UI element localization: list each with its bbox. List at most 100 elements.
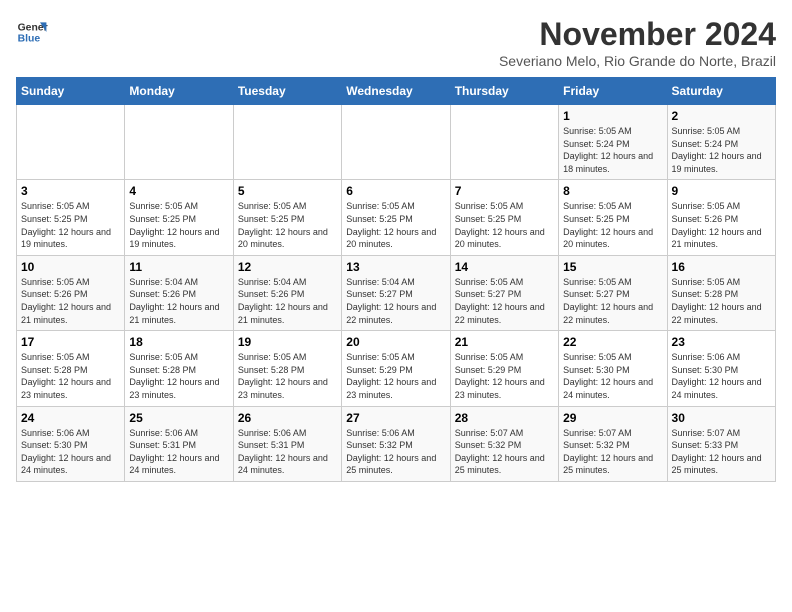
day-number: 10 <box>21 260 120 274</box>
day-info: Sunrise: 5:05 AM Sunset: 5:24 PM Dayligh… <box>672 125 771 175</box>
day-info: Sunrise: 5:05 AM Sunset: 5:25 PM Dayligh… <box>563 200 662 250</box>
calendar-week-row: 10Sunrise: 5:05 AM Sunset: 5:26 PM Dayli… <box>17 255 776 330</box>
svg-text:Blue: Blue <box>18 34 41 45</box>
calendar-cell: 19 Sunrise: 5:05 AM Sunset: 5:28 PM Dayli… <box>233 331 341 406</box>
day-info: Sunrise: 5:05 AM Sunset: 5:29 PM Dayligh… <box>455 351 554 401</box>
calendar-cell: 22 Sunrise: 5:05 AM Sunset: 5:30 PM Dayli… <box>559 331 667 406</box>
calendar-cell: 8 Sunrise: 5:05 AM Sunset: 5:25 PM Daylig… <box>559 180 667 255</box>
day-info: Sunrise: 5:04 AM Sunset: 5:26 PM Dayligh… <box>129 276 228 326</box>
day-number: 20 <box>346 335 445 349</box>
calendar-week-row: 17 Sunrise: 5:05 AM Sunset: 5:28 PM Dayli… <box>17 331 776 406</box>
calendar-cell: 30 Sunrise: 5:07 AM Sunset: 5:33 PM Dayli… <box>667 406 775 481</box>
day-number: 27 <box>346 411 445 425</box>
day-info: Sunrise: 5:05 AM Sunset: 5:30 PM Dayligh… <box>563 351 662 401</box>
logo: General Blue <box>16 16 48 48</box>
day-number: 9 <box>672 184 771 198</box>
calendar-cell <box>450 105 558 180</box>
day-number: 19 <box>238 335 337 349</box>
weekday-header: Sunday <box>17 78 125 105</box>
title-section: November 2024 Severiano Melo, Rio Grande… <box>499 16 776 69</box>
calendar-cell: 16 Sunrise: 5:05 AM Sunset: 5:28 PM Dayli… <box>667 255 775 330</box>
logo-icon: General Blue <box>16 16 48 48</box>
page-header: General Blue November 2024 Severiano Mel… <box>16 16 776 69</box>
day-info: Sunrise: 5:05 AM Sunset: 5:28 PM Dayligh… <box>672 276 771 326</box>
weekday-header: Saturday <box>667 78 775 105</box>
calendar-cell: 6 Sunrise: 5:05 AM Sunset: 5:25 PM Daylig… <box>342 180 450 255</box>
calendar-week-row: 1Sunrise: 5:05 AM Sunset: 5:24 PM Daylig… <box>17 105 776 180</box>
day-number: 2 <box>672 109 771 123</box>
calendar-cell <box>342 105 450 180</box>
day-info: Sunrise: 5:05 AM Sunset: 5:27 PM Dayligh… <box>563 276 662 326</box>
calendar-cell: 14Sunrise: 5:05 AM Sunset: 5:27 PM Dayli… <box>450 255 558 330</box>
calendar-cell <box>233 105 341 180</box>
day-info: Sunrise: 5:05 AM Sunset: 5:29 PM Dayligh… <box>346 351 445 401</box>
day-number: 13 <box>346 260 445 274</box>
location-subtitle: Severiano Melo, Rio Grande do Norte, Bra… <box>499 53 776 69</box>
weekday-header-row: SundayMondayTuesdayWednesdayThursdayFrid… <box>17 78 776 105</box>
calendar-cell: 17 Sunrise: 5:05 AM Sunset: 5:28 PM Dayli… <box>17 331 125 406</box>
day-number: 3 <box>21 184 120 198</box>
calendar-cell: 15Sunrise: 5:05 AM Sunset: 5:27 PM Dayli… <box>559 255 667 330</box>
calendar-cell <box>125 105 233 180</box>
day-info: Sunrise: 5:05 AM Sunset: 5:25 PM Dayligh… <box>346 200 445 250</box>
calendar-week-row: 3 Sunrise: 5:05 AM Sunset: 5:25 PM Daylig… <box>17 180 776 255</box>
day-number: 17 <box>21 335 120 349</box>
day-number: 26 <box>238 411 337 425</box>
day-info: Sunrise: 5:07 AM Sunset: 5:32 PM Dayligh… <box>455 427 554 477</box>
calendar-cell: 21 Sunrise: 5:05 AM Sunset: 5:29 PM Dayli… <box>450 331 558 406</box>
calendar-cell: 1Sunrise: 5:05 AM Sunset: 5:24 PM Daylig… <box>559 105 667 180</box>
day-info: Sunrise: 5:06 AM Sunset: 5:30 PM Dayligh… <box>21 427 120 477</box>
day-info: Sunrise: 5:05 AM Sunset: 5:27 PM Dayligh… <box>455 276 554 326</box>
calendar-cell: 23 Sunrise: 5:06 AM Sunset: 5:30 PM Dayli… <box>667 331 775 406</box>
day-number: 8 <box>563 184 662 198</box>
day-number: 30 <box>672 411 771 425</box>
calendar-cell: 3 Sunrise: 5:05 AM Sunset: 5:25 PM Daylig… <box>17 180 125 255</box>
day-number: 18 <box>129 335 228 349</box>
day-number: 21 <box>455 335 554 349</box>
calendar-cell <box>17 105 125 180</box>
calendar-cell: 25Sunrise: 5:06 AM Sunset: 5:31 PM Dayli… <box>125 406 233 481</box>
calendar-cell: 7 Sunrise: 5:05 AM Sunset: 5:25 PM Daylig… <box>450 180 558 255</box>
weekday-header: Wednesday <box>342 78 450 105</box>
day-info: Sunrise: 5:05 AM Sunset: 5:25 PM Dayligh… <box>455 200 554 250</box>
day-number: 6 <box>346 184 445 198</box>
day-number: 23 <box>672 335 771 349</box>
day-info: Sunrise: 5:05 AM Sunset: 5:28 PM Dayligh… <box>238 351 337 401</box>
weekday-header: Tuesday <box>233 78 341 105</box>
weekday-header: Monday <box>125 78 233 105</box>
day-info: Sunrise: 5:04 AM Sunset: 5:27 PM Dayligh… <box>346 276 445 326</box>
day-number: 5 <box>238 184 337 198</box>
day-info: Sunrise: 5:05 AM Sunset: 5:25 PM Dayligh… <box>129 200 228 250</box>
day-info: Sunrise: 5:05 AM Sunset: 5:25 PM Dayligh… <box>21 200 120 250</box>
day-info: Sunrise: 5:05 AM Sunset: 5:26 PM Dayligh… <box>672 200 771 250</box>
month-title: November 2024 <box>499 16 776 53</box>
calendar-table: SundayMondayTuesdayWednesdayThursdayFrid… <box>16 77 776 482</box>
calendar-cell: 24 Sunrise: 5:06 AM Sunset: 5:30 PM Dayli… <box>17 406 125 481</box>
day-number: 16 <box>672 260 771 274</box>
day-number: 11 <box>129 260 228 274</box>
day-info: Sunrise: 5:05 AM Sunset: 5:28 PM Dayligh… <box>129 351 228 401</box>
calendar-cell: 20 Sunrise: 5:05 AM Sunset: 5:29 PM Dayli… <box>342 331 450 406</box>
day-info: Sunrise: 5:06 AM Sunset: 5:30 PM Dayligh… <box>672 351 771 401</box>
calendar-cell: 29Sunrise: 5:07 AM Sunset: 5:32 PM Dayli… <box>559 406 667 481</box>
calendar-cell: 10Sunrise: 5:05 AM Sunset: 5:26 PM Dayli… <box>17 255 125 330</box>
day-info: Sunrise: 5:05 AM Sunset: 5:28 PM Dayligh… <box>21 351 120 401</box>
weekday-header: Thursday <box>450 78 558 105</box>
day-number: 24 <box>21 411 120 425</box>
day-number: 7 <box>455 184 554 198</box>
day-info: Sunrise: 5:05 AM Sunset: 5:25 PM Dayligh… <box>238 200 337 250</box>
day-number: 28 <box>455 411 554 425</box>
day-info: Sunrise: 5:07 AM Sunset: 5:33 PM Dayligh… <box>672 427 771 477</box>
calendar-cell: 11 Sunrise: 5:04 AM Sunset: 5:26 PM Dayli… <box>125 255 233 330</box>
calendar-cell: 28 Sunrise: 5:07 AM Sunset: 5:32 PM Dayli… <box>450 406 558 481</box>
day-number: 22 <box>563 335 662 349</box>
weekday-header: Friday <box>559 78 667 105</box>
day-info: Sunrise: 5:06 AM Sunset: 5:31 PM Dayligh… <box>238 427 337 477</box>
calendar-cell: 4Sunrise: 5:05 AM Sunset: 5:25 PM Daylig… <box>125 180 233 255</box>
calendar-cell: 5 Sunrise: 5:05 AM Sunset: 5:25 PM Daylig… <box>233 180 341 255</box>
day-info: Sunrise: 5:06 AM Sunset: 5:31 PM Dayligh… <box>129 427 228 477</box>
calendar-cell: 26 Sunrise: 5:06 AM Sunset: 5:31 PM Dayli… <box>233 406 341 481</box>
day-number: 29 <box>563 411 662 425</box>
calendar-cell: 27Sunrise: 5:06 AM Sunset: 5:32 PM Dayli… <box>342 406 450 481</box>
day-number: 12 <box>238 260 337 274</box>
